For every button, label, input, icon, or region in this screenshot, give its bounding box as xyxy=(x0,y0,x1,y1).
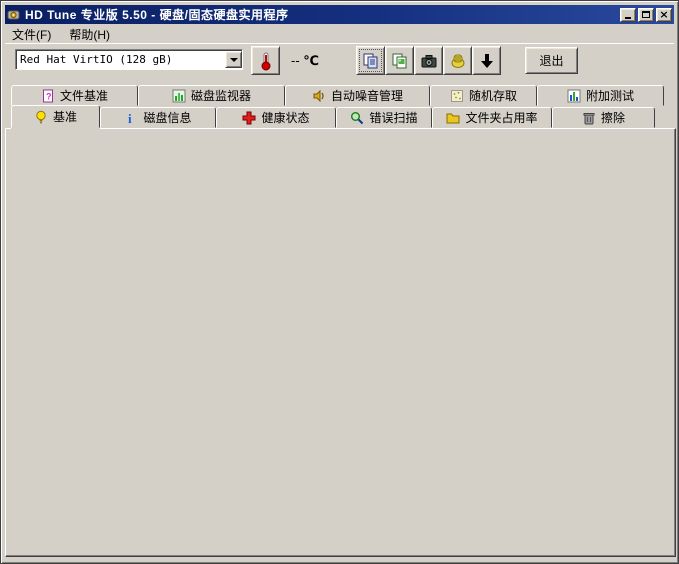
tab-label: 健康状态 xyxy=(261,109,309,126)
tab-label: 随机存取 xyxy=(469,87,517,104)
random-access-icon xyxy=(450,89,464,103)
tab-label: 磁盘信息 xyxy=(143,109,191,126)
tab-label: 附加测试 xyxy=(586,87,634,104)
disk-monitor-icon xyxy=(172,89,186,103)
svg-text:i: i xyxy=(128,111,132,125)
tab-file-benchmark[interactable]: ? 文件基准 xyxy=(11,85,138,106)
toolbar: Red Hat VirtIO (128 gB) -- ℃ 退出 xyxy=(5,43,674,79)
save-results-button[interactable] xyxy=(472,46,501,75)
hd-tune-app-icon xyxy=(7,8,21,22)
aam-speaker-icon xyxy=(312,89,326,103)
erase-trash-icon xyxy=(582,111,596,125)
file-benchmark-icon: ? xyxy=(41,89,55,103)
menu-item[interactable]: 文件(F) xyxy=(5,25,58,44)
drive-selector-value: Red Hat VirtIO (128 gB) xyxy=(20,53,172,66)
close-icon: × xyxy=(659,9,668,20)
drive-selector-dropdown-button[interactable] xyxy=(225,51,242,68)
tab-label: 磁盘监视器 xyxy=(191,87,251,104)
folder-usage-icon xyxy=(446,111,460,125)
exit-button-label: 退出 xyxy=(539,52,563,69)
drive-selector[interactable]: Red Hat VirtIO (128 gB) xyxy=(15,49,243,70)
window-title: HD Tune 专业版 5.50 - 硬盘/固态硬盘实用程序 xyxy=(25,6,288,23)
copy-image-button[interactable] xyxy=(385,46,414,75)
menu-bar: 文件(F)帮助(H) xyxy=(5,25,674,43)
titlebar: HD Tune 专业版 5.50 - 硬盘/固态硬盘实用程序 × xyxy=(5,5,674,24)
tab-label: 自动噪音管理 xyxy=(331,87,403,104)
tab-random-access[interactable]: 随机存取 xyxy=(430,85,537,106)
tab-label: 文件夹占用率 xyxy=(465,109,537,126)
tab-benchmark-bulb[interactable]: 基准 xyxy=(11,105,100,128)
copy-text-button[interactable] xyxy=(356,46,385,75)
donate-hand-button[interactable] xyxy=(443,46,472,75)
minimize-button[interactable] xyxy=(620,8,636,22)
screenshot-camera-button[interactable] xyxy=(414,46,443,75)
health-cross-icon xyxy=(242,111,256,125)
disk-info-icon: i xyxy=(124,111,138,125)
tab-erase-trash[interactable]: 擦除 xyxy=(552,107,655,128)
temperature-button[interactable] xyxy=(251,46,280,75)
tab-label: 文件基准 xyxy=(60,87,108,104)
screenshot-camera-icon xyxy=(420,52,438,70)
tab-disk-monitor[interactable]: 磁盘监视器 xyxy=(138,85,285,106)
app-window: HD Tune 专业版 5.50 - 硬盘/固态硬盘实用程序 × 文件(F)帮助… xyxy=(0,0,679,564)
thermometer-icon xyxy=(258,51,274,71)
copy-text-icon xyxy=(362,52,380,70)
benchmark-panel xyxy=(5,128,676,557)
maximize-icon xyxy=(642,11,650,18)
tab-health-cross[interactable]: 健康状态 xyxy=(216,107,336,128)
error-scan-icon xyxy=(350,111,364,125)
minimize-icon xyxy=(625,17,631,19)
tab-extra-tests[interactable]: 附加测试 xyxy=(537,85,664,106)
temperature-unit: ℃ xyxy=(303,53,319,68)
tab-row-bottom: 基准 i 磁盘信息 健康状态 错误扫描 文件夹占用率 擦除 xyxy=(11,107,655,128)
extra-tests-icon xyxy=(567,89,581,103)
svg-text:?: ? xyxy=(46,91,52,101)
save-results-icon xyxy=(478,52,496,70)
temperature-value: -- xyxy=(291,53,300,68)
tab-label: 基准 xyxy=(53,108,77,125)
temperature-readout: -- ℃ xyxy=(291,53,319,69)
tab-label: 擦除 xyxy=(601,109,625,126)
maximize-button[interactable] xyxy=(638,8,654,22)
close-button[interactable]: × xyxy=(656,8,672,22)
donate-hand-icon xyxy=(449,52,467,70)
benchmark-bulb-icon xyxy=(34,110,48,124)
tab-aam-speaker[interactable]: 自动噪音管理 xyxy=(285,85,430,106)
exit-button[interactable]: 退出 xyxy=(525,47,578,74)
tab-disk-info[interactable]: i 磁盘信息 xyxy=(100,107,216,128)
copy-image-icon xyxy=(391,52,409,70)
tab-label: 错误扫描 xyxy=(369,109,417,126)
tab-folder-usage[interactable]: 文件夹占用率 xyxy=(432,107,552,128)
tab-error-scan[interactable]: 错误扫描 xyxy=(336,107,432,128)
menu-item[interactable]: 帮助(H) xyxy=(62,25,117,44)
chevron-down-icon xyxy=(230,58,238,62)
tab-row-top: ? 文件基准 磁盘监视器 自动噪音管理 随机存取 附加测试 xyxy=(11,85,664,106)
